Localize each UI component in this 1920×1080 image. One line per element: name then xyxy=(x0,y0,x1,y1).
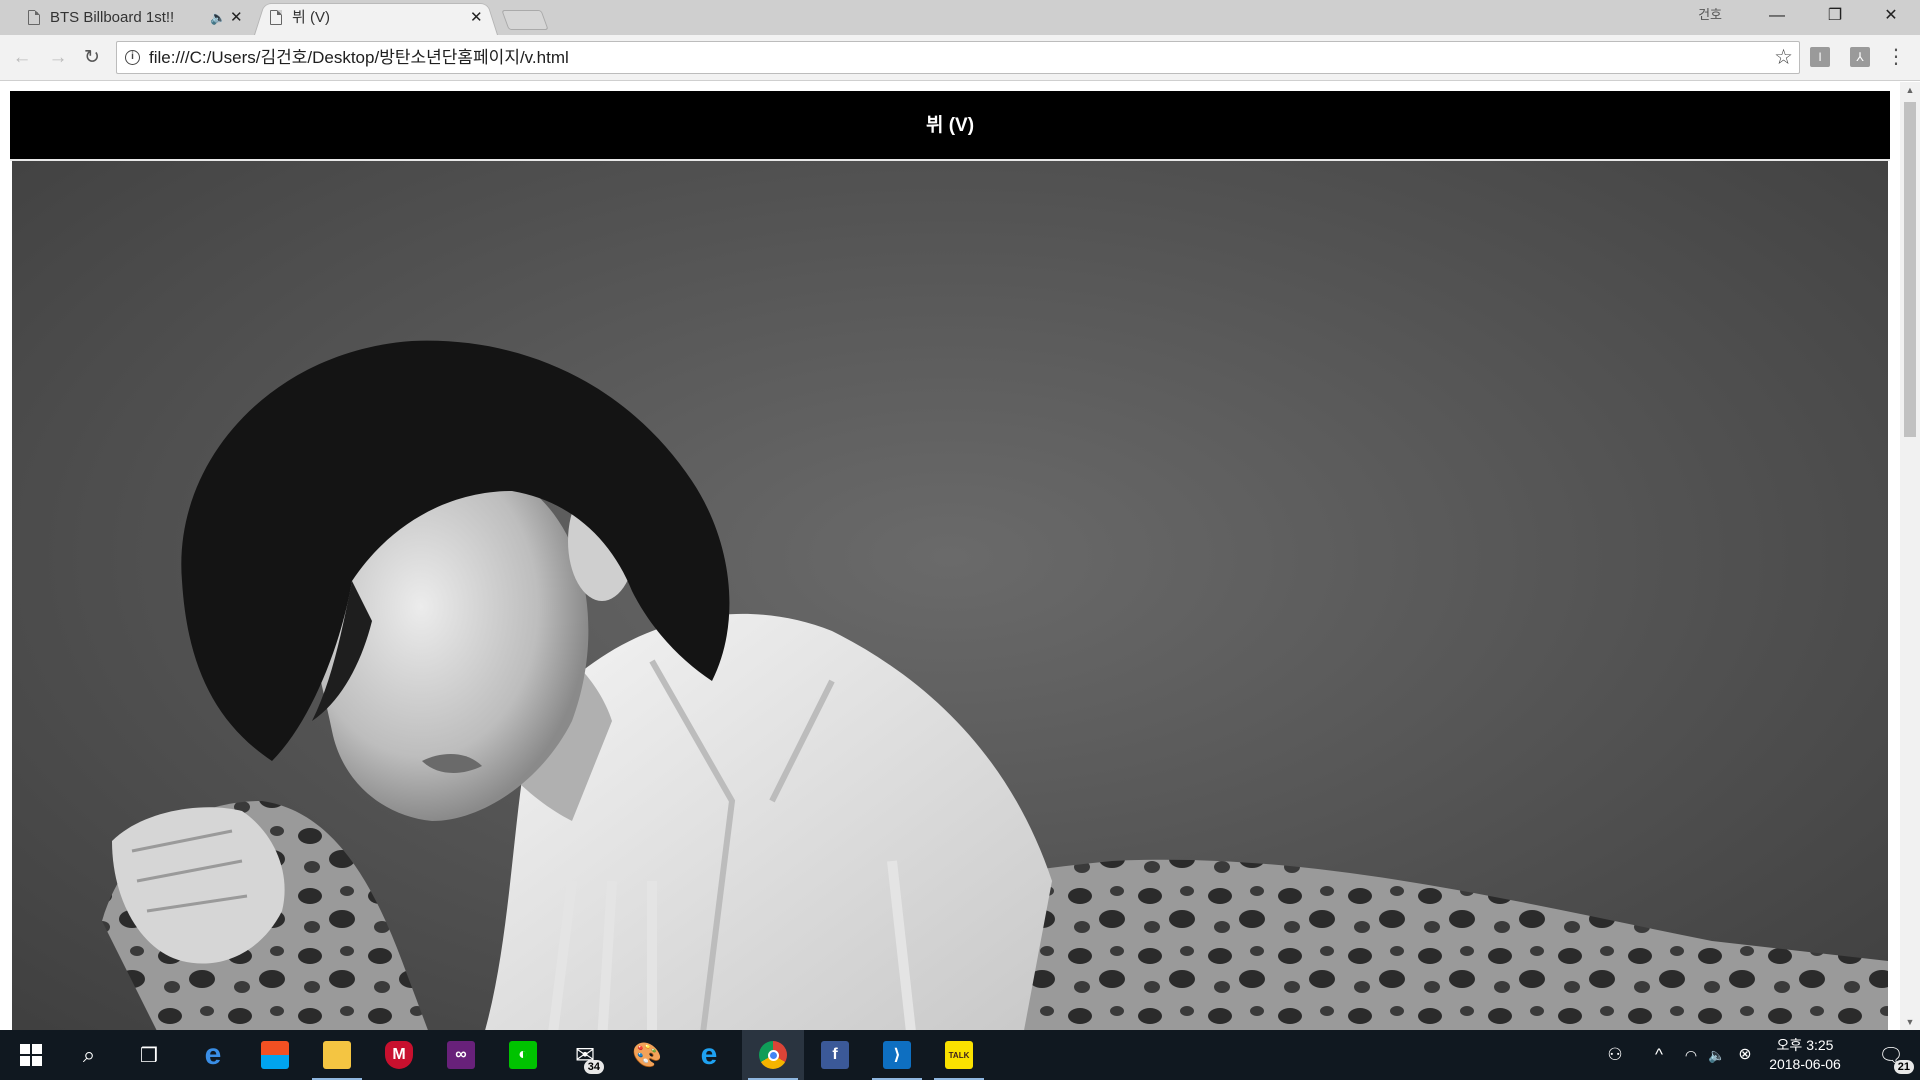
speaker-icon[interactable]: 🔈 xyxy=(210,0,226,36)
tab-v[interactable]: 뷔 (V) ✕ xyxy=(262,0,490,35)
minimize-button[interactable]: — xyxy=(1748,0,1806,32)
taskbar-chrome[interactable] xyxy=(742,1030,804,1080)
close-tab-icon[interactable]: ✕ xyxy=(470,0,483,36)
mail-badge: 34 xyxy=(583,1060,604,1074)
page-viewport: 뷔 (V) ▲ ▼ xyxy=(0,82,1920,1030)
taskbar-edge[interactable]: e xyxy=(182,1030,244,1080)
task-view-icon: ❒ xyxy=(140,1044,158,1067)
visual-studio-icon: ∞ xyxy=(447,1041,475,1069)
taskbar-store[interactable] xyxy=(244,1030,306,1080)
taskbar-paint[interactable]: 🎨 xyxy=(616,1030,678,1080)
portrait-illustration xyxy=(102,340,1888,1030)
windows-taskbar: ⌕ ❒ e M ∞ ◐ ✉ 34 🎨 e f ⟩ TALK ⚇ ^ ◠ 🔈 ⊗ … xyxy=(0,1030,1920,1080)
reload-button[interactable]: ↻ xyxy=(78,44,106,72)
taskbar-line[interactable]: ◐ xyxy=(492,1030,554,1080)
url-text[interactable]: file:///C:/Users/김건호/Desktop/방탄소년단홈페이지/v… xyxy=(149,42,569,74)
show-hidden-icons-chevron-icon[interactable]: ^ xyxy=(1644,1030,1674,1080)
folder-icon xyxy=(323,1041,351,1069)
clock-time: 오후 3:25 xyxy=(1776,1037,1834,1053)
new-tab-button[interactable] xyxy=(501,10,549,30)
paint-palette-icon: 🎨 xyxy=(632,1041,662,1069)
page-header: 뷔 (V) xyxy=(10,91,1890,161)
vscode-icon: ⟩ xyxy=(883,1041,911,1069)
system-clock[interactable]: 오후 3:25 2018-06-06 xyxy=(1760,1036,1850,1074)
windows-logo-icon xyxy=(20,1044,42,1066)
taskbar-kakaotalk[interactable]: TALK xyxy=(928,1030,990,1080)
back-button[interactable]: ← xyxy=(8,44,36,72)
ime-status-icon[interactable]: ⊗ xyxy=(1730,1030,1760,1080)
page-icon xyxy=(28,10,40,25)
store-icon xyxy=(261,1041,289,1069)
people-icon[interactable]: ⚇ xyxy=(1600,1030,1630,1080)
bookmark-star-icon[interactable]: ☆ xyxy=(1774,45,1793,70)
vertical-scrollbar[interactable]: ▲ ▼ xyxy=(1900,82,1920,1030)
search-icon: ⌕ xyxy=(82,1042,96,1067)
scroll-down-arrow-icon[interactable]: ▼ xyxy=(1900,1014,1920,1030)
internet-explorer-icon: e xyxy=(700,1038,718,1071)
page-icon xyxy=(270,10,282,25)
scrollbar-thumb[interactable] xyxy=(1904,102,1916,437)
volume-icon[interactable]: 🔈 xyxy=(1702,1030,1732,1080)
taskbar-facebook[interactable]: f xyxy=(804,1030,866,1080)
scroll-up-arrow-icon[interactable]: ▲ xyxy=(1900,82,1920,98)
tab-bts-billboard[interactable]: BTS Billboard 1st!! 🔈 ✕ xyxy=(20,0,248,35)
mcafee-shield-icon: M xyxy=(385,1041,413,1069)
taskbar-file-explorer[interactable] xyxy=(306,1030,368,1080)
kakaotalk-icon: TALK xyxy=(945,1041,973,1069)
facebook-icon: f xyxy=(821,1041,849,1069)
task-view-button[interactable]: ❒ xyxy=(118,1030,180,1080)
profile-name[interactable]: 건호 xyxy=(1698,4,1722,23)
member-photo xyxy=(12,161,1888,1030)
address-bar[interactable]: i file:///C:/Users/김건호/Desktop/방탄소년단홈페이지… xyxy=(116,41,1800,74)
search-button[interactable]: ⌕ xyxy=(58,1030,120,1080)
start-button[interactable] xyxy=(0,1030,62,1080)
clock-date: 2018-06-06 xyxy=(1769,1056,1841,1072)
browser-toolbar: ← → ↻ i file:///C:/Users/김건호/Desktop/방탄소… xyxy=(0,35,1920,81)
taskbar-vscode[interactable]: ⟩ xyxy=(866,1030,928,1080)
close-tab-icon[interactable]: ✕ xyxy=(230,0,243,36)
taskbar-internet-explorer[interactable]: e xyxy=(678,1030,740,1080)
tab-title: BTS Billboard 1st!! xyxy=(50,9,175,26)
extension-pdf-icon[interactable]: ⅄ xyxy=(1850,47,1870,67)
notification-badge: 21 xyxy=(1893,1060,1914,1074)
action-center-button[interactable]: 🗨 21 xyxy=(1862,1030,1920,1080)
extension-icon[interactable]: I xyxy=(1810,47,1830,67)
page-title: 뷔 (V) xyxy=(925,115,975,136)
edge-icon: e xyxy=(204,1038,222,1071)
browser-tab-strip: BTS Billboard 1st!! 🔈 ✕ 뷔 (V) ✕ 건호 — ❐ ✕ xyxy=(0,0,1920,35)
taskbar-mcafee[interactable]: M xyxy=(368,1030,430,1080)
forward-button[interactable]: → xyxy=(44,44,72,72)
info-icon[interactable]: i xyxy=(125,50,140,65)
taskbar-visual-studio[interactable]: ∞ xyxy=(430,1030,492,1080)
chrome-icon xyxy=(759,1041,787,1069)
browser-menu-icon[interactable]: ⋮ xyxy=(1886,45,1906,69)
taskbar-mail[interactable]: ✉ 34 xyxy=(554,1030,616,1080)
line-icon: ◐ xyxy=(509,1041,537,1069)
restore-button[interactable]: ❐ xyxy=(1806,0,1864,32)
close-window-button[interactable]: ✕ xyxy=(1862,0,1920,32)
tab-title: 뷔 (V) xyxy=(292,9,330,26)
